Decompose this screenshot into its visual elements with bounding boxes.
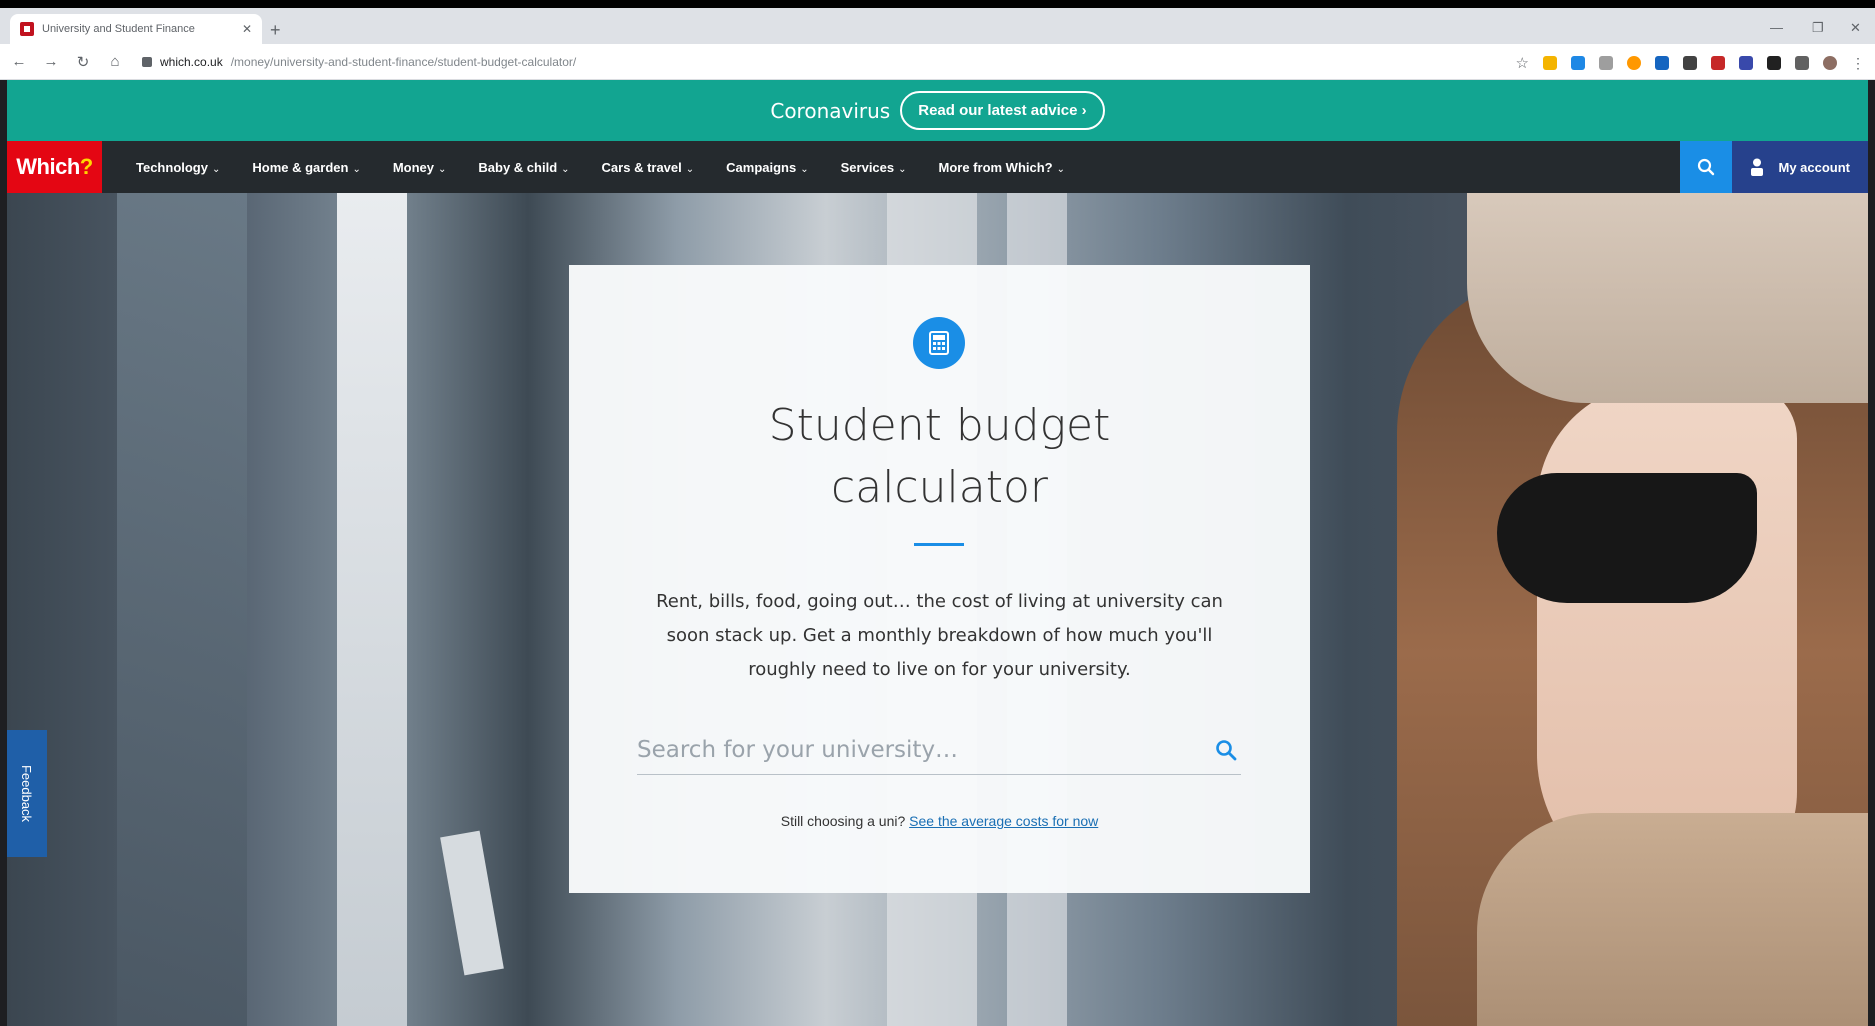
new-tab-icon[interactable]: +: [270, 20, 281, 41]
url-host: which.co.uk: [160, 54, 223, 69]
nav-item-cars-travel[interactable]: Cars & travel ⌄: [586, 160, 711, 175]
extension-icon[interactable]: [1711, 56, 1725, 70]
reload-icon[interactable]: ↻: [70, 53, 96, 71]
nav-item-home-garden[interactable]: Home & garden ⌄: [236, 160, 376, 175]
extension-toolbar: ☆ ⋮: [1516, 54, 1865, 73]
search-icon: [1216, 739, 1237, 760]
budget-calculator-card: Student budget calculator Rent, bills, f…: [569, 265, 1310, 893]
tab-title: University and Student Finance: [42, 23, 195, 35]
nav-item-label: Money: [392, 159, 435, 175]
extension-icon[interactable]: [1627, 56, 1641, 70]
extension-icon[interactable]: [1571, 56, 1585, 70]
chevron-down-icon: ⌄: [1056, 163, 1066, 175]
chevron-down-icon: ⌄: [898, 163, 907, 175]
browser-window: University and Student Finance ✕ + — ❐ ✕…: [0, 0, 1875, 1026]
nav-item-campaigns[interactable]: Campaigns ⌄: [710, 160, 824, 175]
nav-item-label: Baby & child: [478, 159, 558, 175]
nav-right-actions: My account: [1680, 141, 1868, 193]
browser-menu-icon[interactable]: ⋮: [1851, 55, 1865, 72]
university-search-button[interactable]: [1211, 735, 1241, 765]
feedback-label: Feedback: [19, 764, 35, 823]
page-title: Student budget calculator: [569, 395, 1310, 519]
nav-item-label: Cars & travel: [601, 159, 682, 175]
address-bar-row: ← → ↻ ⌂ which.co.uk/money/university-and…: [0, 44, 1875, 80]
my-account-button[interactable]: My account: [1732, 141, 1868, 193]
forward-icon[interactable]: →: [38, 53, 64, 70]
nav-item-label: Services: [840, 159, 895, 175]
feedback-tab[interactable]: Feedback: [7, 730, 47, 857]
bookmark-star-icon[interactable]: ☆: [1516, 54, 1529, 72]
extension-icon[interactable]: [1767, 56, 1781, 70]
nav-item-services[interactable]: Services ⌄: [825, 160, 923, 175]
home-icon[interactable]: ⌂: [102, 53, 128, 70]
intro-text: Rent, bills, food, going out… the cost o…: [656, 591, 1223, 680]
title-line-2: calculator: [831, 462, 1048, 513]
chevron-down-icon: ⌄: [561, 163, 570, 175]
university-search-input[interactable]: [637, 736, 1211, 763]
nav-item-label: More from Which?: [938, 159, 1053, 175]
chevron-down-icon: ⌄: [438, 163, 447, 175]
calculator-icon: [913, 317, 965, 369]
coronavirus-banner: Coronavirus Read our latest advice ›: [7, 80, 1868, 141]
chevron-down-icon: ⌄: [800, 163, 809, 175]
sunglasses-image: [1497, 473, 1757, 603]
close-tab-icon[interactable]: ✕: [242, 22, 252, 36]
read-advice-button[interactable]: Read our latest advice ›: [900, 91, 1105, 130]
url-path: /money/university-and-student-finance/st…: [230, 54, 577, 69]
url-field[interactable]: which.co.uk/money/university-and-student…: [142, 49, 576, 75]
extension-icon[interactable]: [1543, 56, 1557, 70]
which-logo[interactable]: Which?: [7, 141, 102, 193]
extension-icon[interactable]: [1739, 56, 1753, 70]
woman-hat-image: [1467, 193, 1868, 403]
background-pillar: [337, 193, 407, 1026]
chevron-down-icon: ⌄: [211, 163, 221, 175]
logo-mark: ?: [79, 154, 93, 179]
extension-icon[interactable]: [1599, 56, 1613, 70]
back-icon[interactable]: ←: [6, 53, 32, 70]
profile-avatar-icon[interactable]: [1823, 56, 1837, 70]
minimize-icon[interactable]: —: [1770, 20, 1783, 35]
account-label: My account: [1778, 159, 1850, 175]
still-choosing-text: Still choosing a uni?: [780, 813, 906, 829]
title-line-1: Student budget: [768, 400, 1111, 451]
window-close-icon[interactable]: ✕: [1850, 20, 1861, 36]
nav-item-more-from-which[interactable]: More from Which? ⌄: [923, 160, 1082, 175]
title-divider: [914, 543, 964, 546]
nav-item-technology[interactable]: Technology ⌄: [120, 160, 236, 175]
main-navigation: Which? Technology ⌄ Home & garden ⌄ Money ⌄…: [7, 141, 1868, 193]
nav-item-label: Technology: [136, 159, 208, 175]
extension-icon[interactable]: [1795, 56, 1809, 70]
average-costs-link[interactable]: See the average costs for now: [909, 813, 1098, 829]
maximize-icon[interactable]: ❐: [1812, 20, 1824, 36]
university-search: [637, 725, 1241, 775]
browser-tab[interactable]: University and Student Finance ✕: [10, 14, 262, 44]
chevron-down-icon: ⌄: [685, 163, 695, 175]
screen-top-edge: [0, 0, 1875, 8]
nav-item-money[interactable]: Money ⌄: [377, 160, 463, 175]
which-favicon-icon: [20, 22, 34, 36]
extension-icon[interactable]: [1683, 56, 1697, 70]
chevron-down-icon: ⌄: [352, 163, 361, 175]
site-search-button[interactable]: [1680, 141, 1733, 193]
search-icon: [1698, 158, 1715, 176]
scarf-image: [1477, 813, 1868, 1026]
nav-menu: Technology ⌄ Home & garden ⌄ Money ⌄ Baby &…: [120, 160, 1081, 175]
atm-slot-image: [440, 830, 504, 976]
still-choosing-line: Still choosing a uni? See the average co…: [569, 813, 1310, 829]
user-icon: [1751, 158, 1764, 176]
nav-item-label: Home & garden: [252, 159, 349, 175]
banner-text: Coronavirus: [770, 98, 891, 123]
background-pillar: [117, 193, 247, 1026]
tab-strip: University and Student Finance ✕ + — ❐ ✕: [0, 8, 1875, 44]
lock-icon: [142, 56, 152, 67]
extension-icon[interactable]: [1655, 56, 1669, 70]
nav-item-baby-child[interactable]: Baby & child ⌄: [462, 160, 585, 175]
nav-item-label: Campaigns: [726, 159, 797, 175]
logo-text: Which: [16, 154, 80, 179]
